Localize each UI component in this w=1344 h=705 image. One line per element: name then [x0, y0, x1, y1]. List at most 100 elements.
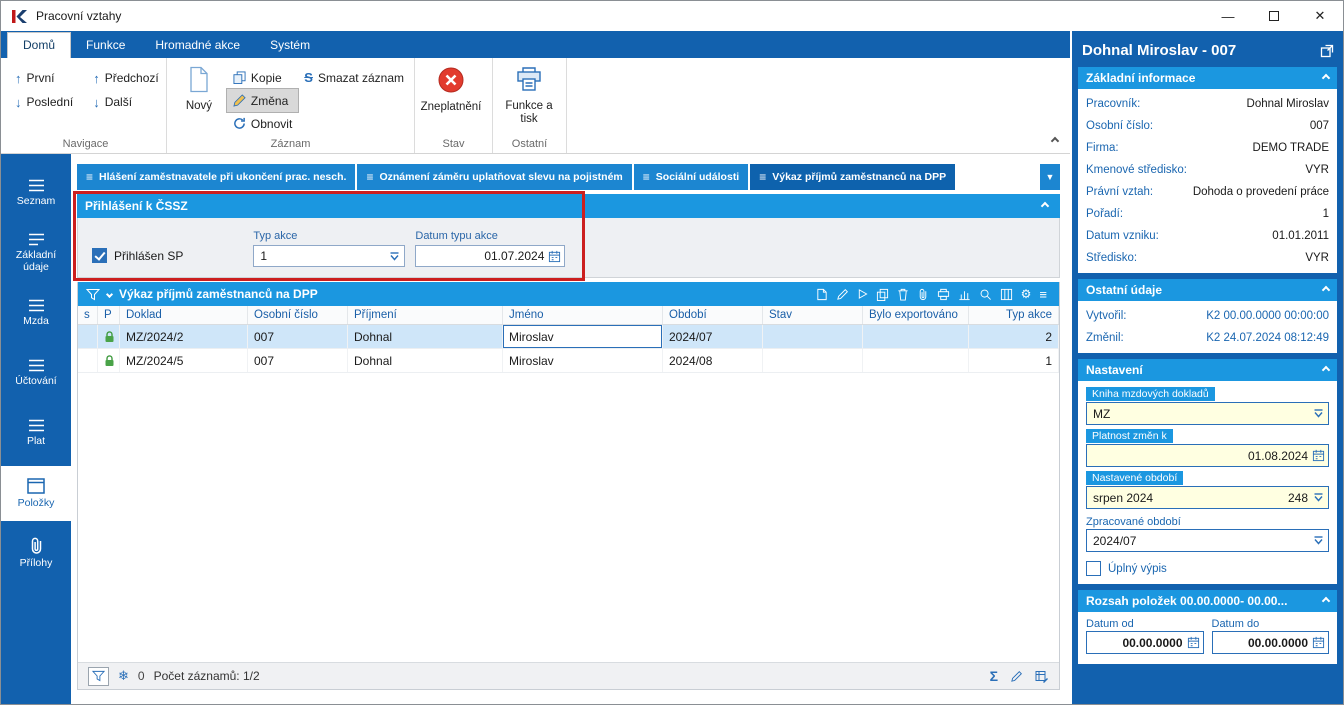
dropdown-icon[interactable]	[1312, 407, 1325, 420]
next-button[interactable]: ↓Další	[87, 90, 165, 114]
platnost-field[interactable]: 01.08.2024	[1086, 444, 1329, 467]
tab-oznameni-zameru[interactable]: ≡Oznámení záměru uplatňovat slevu na poj…	[357, 164, 631, 190]
ribbon-tab-funkce[interactable]: Funkce	[71, 33, 140, 58]
new-record-icon[interactable]	[816, 288, 828, 301]
tab-vykaz-prijmu-dpp[interactable]: ≡Výkaz příjmů zaměstnanců na DPP	[750, 164, 955, 190]
column-header-s[interactable]: s	[78, 306, 98, 324]
arrow-down-icon: ↓	[93, 95, 100, 110]
cell-jmeno-focused[interactable]: Miroslav	[503, 325, 663, 348]
dropdown-icon[interactable]	[1312, 491, 1325, 504]
datum-typu-akce-value: 01.07.2024	[422, 249, 544, 263]
collapse-chevron-icon[interactable]	[1322, 74, 1330, 82]
column-header-stav[interactable]: Stav	[763, 306, 863, 324]
column-header-osobni-cislo[interactable]: Osobní číslo	[248, 306, 348, 324]
calendar-icon[interactable]	[1187, 636, 1200, 649]
column-header-obdobi[interactable]: Období	[663, 306, 763, 324]
run-icon[interactable]	[857, 288, 868, 300]
column-header-typ-akce[interactable]: Typ akce	[969, 306, 1059, 324]
kniha-combobox[interactable]: MZ	[1086, 402, 1329, 425]
sidebar-item-zakladni-udaje[interactable]: Základní údaje	[1, 226, 71, 281]
open-window-icon[interactable]	[1320, 43, 1335, 58]
delete-record-label: Smazat záznam	[318, 71, 404, 85]
calendar-icon[interactable]	[548, 250, 561, 263]
previous-button[interactable]: ↑Předchozí	[87, 66, 165, 90]
delete-icon[interactable]	[897, 288, 909, 301]
sidebar-item-uctovani[interactable]: Účtování	[1, 346, 71, 401]
ribbon-collapse-button[interactable]	[1052, 133, 1058, 147]
sidebar-item-plat[interactable]: Plat	[1, 406, 71, 461]
collapse-chevron-icon[interactable]	[1322, 366, 1330, 374]
datum-od-field[interactable]: 00.00.0000	[1086, 631, 1204, 654]
statusbar-tools: Σ	[990, 668, 1049, 684]
calendar-icon[interactable]	[1312, 636, 1325, 649]
ribbon-tab-domu[interactable]: Domů	[7, 32, 71, 58]
section-header[interactable]: Rozsah položek 00.00.0000- 00.00...	[1078, 590, 1337, 612]
maximize-button[interactable]	[1251, 2, 1297, 31]
column-header-prijmeni[interactable]: Příjmení	[348, 306, 503, 324]
dropdown-icon[interactable]	[388, 250, 401, 263]
collapse-chevron-icon[interactable]	[1322, 286, 1330, 294]
datum-do-field[interactable]: 00.00.0000	[1212, 631, 1330, 654]
calendar-icon[interactable]	[1312, 449, 1325, 462]
edit-pencil-icon[interactable]	[836, 288, 849, 301]
first-button[interactable]: ↑První	[9, 66, 79, 90]
tab-socialni-udalosti[interactable]: ≡Sociální události	[634, 164, 748, 190]
table-row[interactable]: MZ/2024/5 007 Dohnal Miroslav 2024/08 1	[78, 349, 1059, 373]
column-header-p[interactable]: P	[98, 306, 120, 324]
dropdown-icon[interactable]	[1312, 534, 1325, 547]
typ-akce-combobox[interactable]: 1	[253, 245, 405, 267]
column-header-bylo-exportovano[interactable]: Bylo exportováno	[863, 306, 969, 324]
section-header[interactable]: Nastavení	[1078, 359, 1337, 381]
sidebar-item-seznam[interactable]: Seznam	[1, 166, 71, 221]
sidebar-item-prilohy[interactable]: Přílohy	[1, 526, 71, 581]
section-header[interactable]: Základní informace	[1078, 67, 1337, 89]
filter-icon[interactable]	[86, 288, 100, 301]
minimize-button[interactable]: —	[1205, 2, 1251, 31]
chevron-down-icon[interactable]	[106, 290, 113, 297]
sidebar-item-polozky[interactable]: Položky	[1, 466, 71, 521]
column-header-doklad[interactable]: Doklad	[120, 306, 248, 324]
tabs-overflow-button[interactable]: ▼	[1040, 164, 1060, 190]
column-header-jmeno[interactable]: Jméno	[503, 306, 663, 324]
ribbon-tab-system[interactable]: Systém	[255, 33, 325, 58]
filter-button[interactable]	[88, 667, 109, 686]
cssz-panel-header[interactable]: Přihlášení k ČSSZ	[77, 194, 1060, 218]
edit-pencil-icon[interactable]	[1010, 670, 1023, 683]
change-button[interactable]: Změna	[227, 89, 298, 112]
tab-hlaseni-zamestnavatele[interactable]: ≡Hlášení zaměstnavatele při ukončení pra…	[77, 164, 355, 190]
columns-icon[interactable]	[1000, 288, 1013, 301]
invalidate-label: Zneplatnění	[421, 101, 482, 114]
delete-record-button[interactable]: SSmazat záznam	[298, 66, 410, 89]
uplny-vypis-checkbox[interactable]: Úplný výpis	[1086, 561, 1329, 576]
last-button[interactable]: ↓Poslední	[9, 90, 79, 114]
search-icon[interactable]	[979, 288, 992, 301]
info-row: Středisko:VYR	[1086, 247, 1329, 269]
functions-print-button[interactable]: Funkce a tisk	[497, 60, 561, 127]
attachment-icon[interactable]	[917, 288, 929, 301]
copy-icon[interactable]	[876, 288, 889, 301]
print-icon[interactable]	[937, 288, 950, 301]
gear-icon[interactable]: ⚙	[1021, 287, 1032, 301]
ribbon-tab-hromadne-akce[interactable]: Hromadné akce	[140, 33, 255, 58]
new-button[interactable]: Nový	[171, 60, 227, 113]
collapse-chevron-icon[interactable]	[1322, 597, 1330, 605]
sum-icon[interactable]: Σ	[990, 668, 998, 684]
invalidate-button[interactable]: Zneplatnění	[419, 60, 483, 114]
copy-button[interactable]: Kopie	[227, 66, 298, 89]
collapse-chevron-icon[interactable]	[1041, 202, 1049, 210]
table-edit-icon[interactable]	[1035, 670, 1049, 683]
menu-icon[interactable]: ≡	[1039, 287, 1047, 302]
sidebar-item-mzda[interactable]: Mzda	[1, 286, 71, 341]
table-row[interactable]: MZ/2024/2 007 Dohnal Miroslav 2024/07 2	[78, 325, 1059, 349]
zpracovane-obdobi-combobox[interactable]: 2024/07	[1086, 529, 1329, 552]
refresh-button[interactable]: Obnovit	[227, 112, 298, 135]
form-icon	[28, 233, 45, 246]
nastavene-obdobi-combobox[interactable]: srpen 2024 248	[1086, 486, 1329, 509]
ribbon-tab-label: Systém	[270, 38, 310, 52]
chart-icon[interactable]	[958, 288, 971, 301]
snowflake-icon[interactable]: ❄	[118, 668, 129, 684]
prihlasen-sp-checkbox[interactable]: Přihlášen SP	[92, 248, 183, 263]
close-button[interactable]: ✕	[1297, 2, 1343, 31]
section-header[interactable]: Ostatní údaje	[1078, 279, 1337, 301]
datum-typu-akce-field[interactable]: 01.07.2024	[415, 245, 565, 267]
